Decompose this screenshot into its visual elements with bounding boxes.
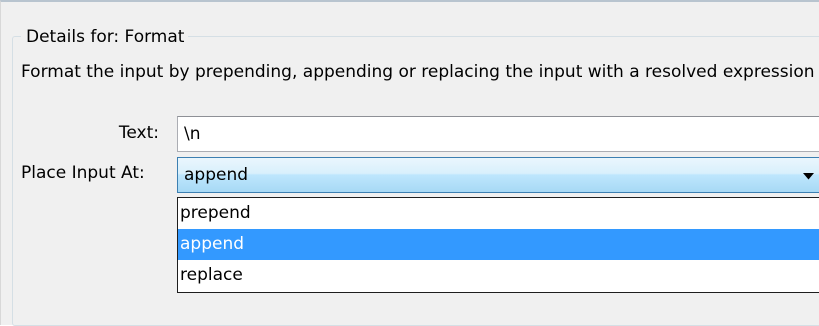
dropdown-option-replace[interactable]: replace [178, 260, 819, 291]
text-field-label: Text: [118, 123, 159, 143]
text-input[interactable] [177, 116, 819, 152]
place-input-at-dropdown-list: prepend append replace [177, 197, 819, 293]
details-description: Format the input by prepending, appendin… [21, 62, 815, 82]
place-input-at-value: append [184, 165, 249, 185]
place-input-at-select[interactable]: append [177, 157, 819, 193]
details-group-title: Details for: Format [21, 26, 189, 48]
dropdown-option-prepend[interactable]: prepend [178, 198, 819, 229]
dropdown-option-append[interactable]: append [178, 229, 819, 260]
place-input-at-label: Place Input At: [21, 163, 145, 183]
details-panel: Details for: Format Format the input by … [0, 0, 819, 326]
chevron-down-icon[interactable] [796, 165, 819, 187]
